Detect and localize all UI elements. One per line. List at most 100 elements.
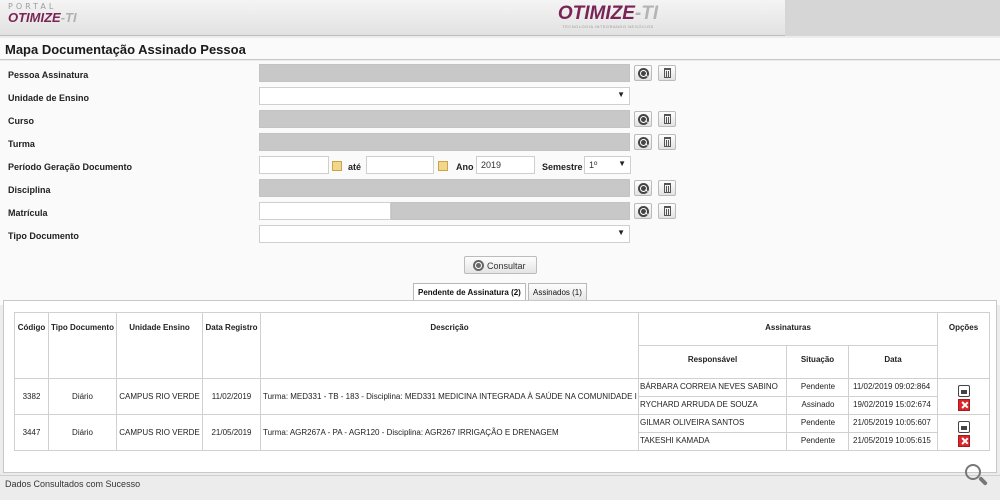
disciplina-field[interactable] [259,179,630,197]
col-header-descricao[interactable]: Descrição [260,312,639,379]
search-icon [638,68,649,79]
disciplina-label: Disciplina [8,185,51,195]
table-row[interactable]: 3447 Diário CAMPUS RIO VERDE 21/05/2019 … [14,414,991,451]
cell-responsavel: BÁRBARA CORREIA NEVES SABINO RYCHARD ARR… [638,378,787,415]
table-row[interactable]: 3382 Diário CAMPUS RIO VERDE 11/02/2019 … [14,378,991,415]
periodo-fim-input[interactable] [366,156,434,174]
tipo-documento-label: Tipo Documento [8,231,79,241]
pessoa-clear-button[interactable] [658,65,676,81]
disciplina-clear-button[interactable] [658,180,676,196]
cell-codigo: 3447 [14,414,49,451]
header-right-panel [785,0,1000,36]
logo-tagline: TECNOLOGIA INTEGRANDO NEGÓCIOS [562,24,654,29]
results-table: Código Tipo Documento Unidade Ensino Dat… [14,312,991,451]
delete-icon[interactable] [957,434,970,447]
signer-status: Pendente [800,418,836,427]
dropdown-arrow-icon: ▼ [617,228,625,237]
signer-date: 11/02/2019 09:02:864 [853,382,931,391]
calendar-icon[interactable] [438,161,448,171]
portal-logo-brand: OTIMIZE-TI [8,10,77,25]
pessoa-assinatura-field[interactable] [259,64,630,82]
curso-clear-button[interactable] [658,111,676,127]
cell-responsavel: GILMAR OLIVEIRA SANTOS TAKESHI KAMADA [638,414,787,451]
app-header: PORTAL OTIMIZE-TI OTIMIZE-TI TECNOLOGIA … [0,0,1000,36]
search-icon [638,183,649,194]
trash-icon [664,137,671,147]
col-header-codigo[interactable]: Código [14,312,49,379]
cell-tipo: Diário [48,414,117,451]
matricula-name-field [391,202,630,220]
periodo-label: Período Geração Documento [8,162,133,172]
col-header-tipo[interactable]: Tipo Documento [48,312,117,379]
signer-status: Assinado [787,396,848,413]
curso-field[interactable] [259,110,630,128]
curso-label: Curso [8,116,35,126]
cell-tipo: Diário [48,378,117,415]
matricula-input[interactable] [259,202,391,220]
signer-date: 19/02/2019 15:02:674 [849,396,938,413]
matricula-search-button[interactable] [634,203,652,219]
cell-data-registro: 21/05/2019 [202,414,261,451]
signer-name: BÁRBARA CORREIA NEVES SABINO [640,382,778,391]
cell-situacao: Pendente Assinado [786,378,849,415]
ano-label: Ano [456,162,474,172]
download-document-icon[interactable] [957,420,970,433]
signer-name: TAKESHI KAMADA [639,432,786,449]
curso-search-button[interactable] [634,111,652,127]
cell-data: 11/02/2019 09:02:864 19/02/2019 15:02:67… [847,378,939,415]
signer-date: 21/05/2019 10:05:607 [853,418,931,427]
search-icon [638,137,649,148]
search-icon [638,206,649,217]
unidade-ensino-select[interactable]: ▼ [259,87,630,105]
turma-search-button[interactable] [634,134,652,150]
delete-icon[interactable] [957,398,970,411]
cell-opcoes [937,414,991,451]
col-header-assinaturas: Assinaturas [637,312,939,346]
consultar-button[interactable]: Consultar [464,256,537,274]
results-panel: Código Tipo Documento Unidade Ensino Dat… [3,300,997,473]
col-header-data: Data [847,345,939,379]
signer-name: GILMAR OLIVEIRA SANTOS [640,418,745,427]
turma-field[interactable] [259,133,630,151]
periodo-inicio-input[interactable] [259,156,329,174]
pessoa-assinatura-label: Pessoa Assinatura [8,70,89,80]
disciplina-search-button[interactable] [634,180,652,196]
ano-input[interactable]: 2019 [476,156,535,174]
unidade-ensino-label: Unidade de Ensino [8,93,90,103]
tab-assinados[interactable]: Assinados (1) [528,283,587,301]
dropdown-arrow-icon: ▼ [617,90,625,99]
tipo-documento-select[interactable]: ▼ [259,225,630,243]
trash-icon [664,183,671,193]
col-header-data-registro[interactable]: Data Registro [202,312,261,379]
matricula-clear-button[interactable] [658,203,676,219]
download-document-icon[interactable] [957,384,970,397]
trash-icon [664,68,671,78]
signer-name: RYCHARD ARRUDA DE SOUZA [639,396,786,413]
col-header-opcoes: Opções [937,312,991,379]
pessoa-search-button[interactable] [634,65,652,81]
col-header-situacao: Situação [786,345,849,379]
trash-icon [664,206,671,216]
page-title: Mapa Documentação Assinado Pessoa [5,42,246,57]
search-icon [638,114,649,125]
signer-status: Pendente [787,432,848,449]
col-header-unidade[interactable]: Unidade Ensino [116,312,203,379]
semestre-select[interactable]: 1º ▼ [584,156,631,174]
signer-date: 21/05/2019 10:05:615 [849,432,938,449]
calendar-icon[interactable] [332,161,342,171]
search-icon [473,260,484,271]
col-header-responsavel: Responsável [638,345,787,379]
portal-logo[interactable]: PORTAL OTIMIZE-TI [8,2,88,32]
trash-icon [664,114,671,124]
cell-descricao: Turma: MED331 - TB - 183 - Disciplina: M… [260,378,639,415]
zoom-magnifier-icon[interactable] [963,462,989,492]
cell-opcoes [937,378,991,415]
otimize-logo: OTIMIZE-TI TECNOLOGIA INTEGRANDO NEGÓCIO… [538,4,678,32]
status-message: Dados Consultados com Sucesso [5,479,141,489]
turma-clear-button[interactable] [658,134,676,150]
matricula-label: Matrícula [8,208,48,218]
semestre-label: Semestre [542,162,583,172]
cell-unidade: CAMPUS RIO VERDE [116,414,203,451]
cell-codigo: 3382 [14,378,49,415]
filter-form: Pessoa Assinatura Unidade de Ensino ▼ Cu… [0,61,1000,305]
